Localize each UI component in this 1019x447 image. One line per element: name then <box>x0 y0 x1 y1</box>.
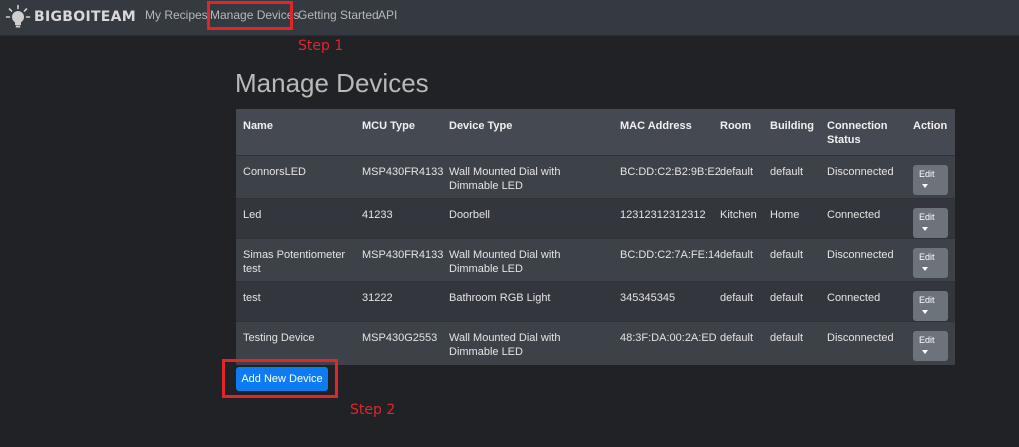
column-header-action: Action <box>906 109 955 156</box>
caret-down-icon <box>922 226 928 231</box>
cell-mac-address: BC:DD:C2:B2:9B:E2 <box>613 155 721 199</box>
column-header-name: Name <box>236 109 355 156</box>
caret-down-icon <box>922 266 928 271</box>
column-header-mcu-type: MCU Type <box>355 109 442 156</box>
column-header-room: Room <box>713 109 763 156</box>
table-header-row: Name MCU Type Device Type MAC Address Ro… <box>236 109 955 156</box>
cell-mcu-type: MSP430G2553 <box>355 321 442 365</box>
cell-building: default <box>763 238 820 282</box>
table-row: Led 41233 Doorbell 12312312312312 Kitche… <box>236 198 955 239</box>
cell-device-type: Doorbell <box>442 198 613 239</box>
column-header-connection-status: Connection Status <box>820 109 906 156</box>
devices-table: Name MCU Type Device Type MAC Address Ro… <box>236 109 955 365</box>
cell-room: default <box>713 281 763 322</box>
cell-action: Edit <box>906 281 955 322</box>
edit-dropdown-button[interactable]: Edit <box>913 291 948 321</box>
cell-name: ConnorsLED <box>236 155 355 199</box>
cell-room: default <box>713 155 763 199</box>
cell-connection-status: Connected <box>820 281 906 322</box>
cell-building: default <box>763 155 820 199</box>
cell-device-type: Bathroom RGB Light <box>442 281 613 322</box>
step1-highlight-box <box>207 1 293 30</box>
cell-connection-status: Disconnected <box>820 321 906 365</box>
cell-mac-address: BC:DD:C2:7A:FE:14 <box>613 238 720 282</box>
cell-mcu-type: 41233 <box>355 198 442 239</box>
cell-room: default <box>713 238 763 282</box>
cell-connection-status: Connected <box>820 198 906 239</box>
cell-building: Home <box>763 198 820 239</box>
cell-action: Edit <box>906 155 955 199</box>
caret-down-icon <box>922 349 928 354</box>
cell-device-type: Wall Mounted Dial with Dimmable LED <box>442 155 613 199</box>
edit-dropdown-button[interactable]: Edit <box>913 248 948 278</box>
cell-name: Led <box>236 198 355 239</box>
cell-action: Edit <box>906 321 955 365</box>
step1-label: Step 1 <box>298 38 344 54</box>
edit-button-label: Edit <box>919 212 935 222</box>
caret-down-icon <box>922 183 928 188</box>
cell-action: Edit <box>906 238 955 282</box>
brand-name: BIGBOITEAM <box>34 9 137 25</box>
cell-device-type: Wall Mounted Dial with Dimmable LED <box>442 321 613 365</box>
cell-mac-address: 345345345 <box>613 281 713 322</box>
edit-button-label: Edit <box>919 295 935 305</box>
cell-action: Edit <box>906 198 955 239</box>
edit-button-label: Edit <box>919 252 935 262</box>
edit-dropdown-button[interactable]: Edit <box>913 331 948 361</box>
cell-name: test <box>236 281 355 322</box>
table-row: ConnorsLED MSP430FR4133 Wall Mounted Dia… <box>236 155 955 199</box>
edit-button-label: Edit <box>919 335 935 345</box>
top-navbar: BIGBOITEAM My Recipes Manage Devices Get… <box>0 0 1019 36</box>
caret-down-icon <box>922 309 928 314</box>
table-row: test 31222 Bathroom RGB Light 345345345 … <box>236 281 955 322</box>
cell-device-type: Wall Mounted Dial with Dimmable LED <box>442 238 613 282</box>
cell-mac-address: 12312312312312 <box>613 198 713 239</box>
edit-dropdown-button[interactable]: Edit <box>913 165 948 195</box>
cell-building: default <box>763 281 820 322</box>
nav-link-my-recipes[interactable]: My Recipes <box>145 8 208 22</box>
column-header-mac-address: MAC Address <box>613 109 713 156</box>
step2-highlight-box <box>222 359 338 398</box>
cell-room: Kitchen <box>713 198 763 239</box>
cell-connection-status: Disconnected <box>820 238 906 282</box>
cell-name: Simas Potentiometer test <box>236 238 355 282</box>
table-row: Simas Potentiometer test MSP430FR4133 Wa… <box>236 238 955 282</box>
table-row: Testing Device MSP430G2553 Wall Mounted … <box>236 321 955 365</box>
cell-connection-status: Disconnected <box>820 155 906 199</box>
cell-room: default <box>713 321 763 365</box>
cell-building: default <box>763 321 820 365</box>
page-title: Manage Devices <box>235 68 429 98</box>
cell-mcu-type: MSP430FR4133 <box>355 238 443 282</box>
cell-mac-address: 48:3F:DA:00:2A:ED <box>613 321 717 365</box>
edit-button-label: Edit <box>919 169 935 179</box>
brand[interactable]: BIGBOITEAM <box>5 3 136 31</box>
nav-link-api[interactable]: API <box>378 8 397 22</box>
edit-dropdown-button[interactable]: Edit <box>913 208 948 238</box>
lightbulb-logo-icon <box>5 4 31 30</box>
column-header-device-type: Device Type <box>442 109 613 156</box>
cell-mcu-type: MSP430FR4133 <box>355 155 443 199</box>
nav-link-getting-started[interactable]: Getting Started <box>298 8 379 22</box>
column-header-building: Building <box>763 109 820 156</box>
step2-label: Step 2 <box>350 402 396 418</box>
cell-mcu-type: 31222 <box>355 281 442 322</box>
